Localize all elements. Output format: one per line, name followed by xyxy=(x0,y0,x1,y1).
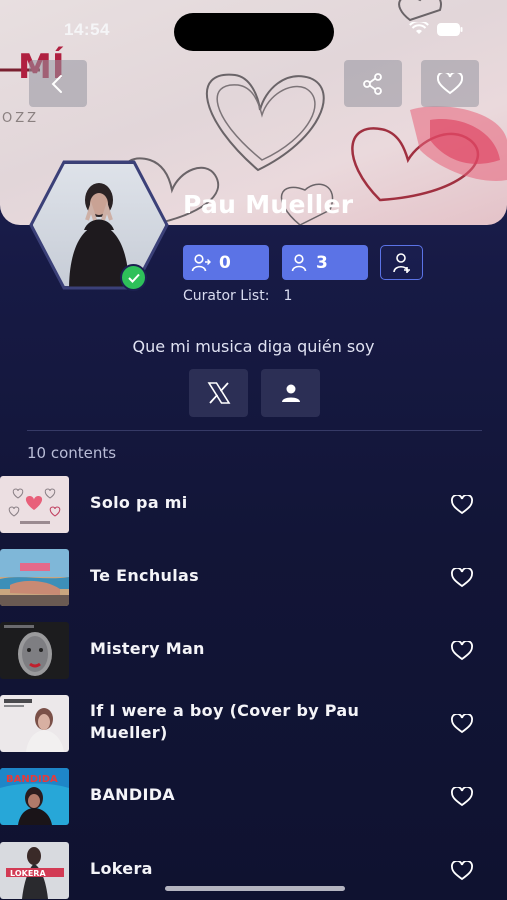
dynamic-island xyxy=(174,13,334,51)
artist-bio: Que mi musica diga quién soy xyxy=(132,337,375,356)
verified-badge xyxy=(120,264,147,291)
track-artwork: LOKERA xyxy=(0,842,69,899)
following-icon xyxy=(191,253,211,271)
person-icon xyxy=(281,384,300,402)
track-artwork xyxy=(0,622,69,679)
track-title: Solo pa mi xyxy=(90,493,188,512)
favorite-button[interactable] xyxy=(421,60,479,107)
followers-icon xyxy=(291,253,307,271)
track-row[interactable]: Te Enchulas xyxy=(0,549,507,607)
track-title: BANDIDA xyxy=(90,785,175,804)
svg-text:LOKERA: LOKERA xyxy=(10,869,46,878)
status-time: 14:54 xyxy=(64,20,110,39)
track-title: Mistery Man xyxy=(90,639,205,658)
home-indicator xyxy=(165,886,345,891)
status-icons xyxy=(409,22,463,36)
track-artwork: BANDIDA xyxy=(0,768,69,825)
curator-count: 1 xyxy=(283,288,293,304)
heart-icon[interactable] xyxy=(451,641,473,661)
x-logo-icon xyxy=(207,382,230,404)
track-row[interactable]: If I were a boy (Cover by Pau Mueller) xyxy=(0,695,507,753)
curator-label: Curator List: xyxy=(183,288,270,304)
track-title: If I were a boy (Cover by Pau Mueller) xyxy=(90,701,360,742)
profile-button[interactable] xyxy=(261,369,320,417)
track-artwork xyxy=(0,695,69,752)
heart-icon[interactable] xyxy=(451,495,473,515)
svg-text:OZZ: OZZ xyxy=(2,111,39,126)
x-social-button[interactable] xyxy=(189,369,248,417)
back-button[interactable] xyxy=(29,60,87,107)
artist-name: Pau Mueller xyxy=(183,190,354,219)
share-icon xyxy=(363,72,382,95)
wifi-icon xyxy=(409,22,429,34)
heart-icon xyxy=(437,72,463,94)
add-user-icon xyxy=(392,252,410,273)
share-button[interactable] xyxy=(344,60,402,107)
track-row[interactable]: BANDIDA BANDIDA xyxy=(0,768,507,826)
track-row[interactable]: Solo pa mi xyxy=(0,476,507,534)
svg-text:BANDIDA: BANDIDA xyxy=(6,774,58,785)
artist-avatar xyxy=(29,160,169,290)
followers-count: 3 xyxy=(316,252,328,273)
chevron-left-icon xyxy=(51,74,62,93)
divider xyxy=(27,430,482,431)
avatar-image xyxy=(29,160,169,290)
heart-icon[interactable] xyxy=(451,568,473,588)
checkmark-icon xyxy=(127,273,140,283)
heart-icon[interactable] xyxy=(451,714,473,734)
battery-icon xyxy=(437,22,463,36)
track-row[interactable]: LOKERA Lokera xyxy=(0,842,507,900)
heart-icon[interactable] xyxy=(451,787,473,807)
contents-count: 10 contents xyxy=(27,444,117,462)
track-artwork xyxy=(0,476,69,533)
followers-stat[interactable]: 3 xyxy=(282,245,368,280)
track-artwork xyxy=(0,549,69,606)
follow-button[interactable] xyxy=(380,245,423,280)
track-title: Lokera xyxy=(90,859,153,878)
following-count: 0 xyxy=(219,252,231,273)
track-row[interactable]: Mistery Man xyxy=(0,622,507,680)
heart-icon[interactable] xyxy=(451,861,473,881)
track-title: Te Enchulas xyxy=(90,566,199,585)
following-stat[interactable]: 0 xyxy=(183,245,269,280)
curator-list[interactable]: Curator List: 1 xyxy=(183,288,292,304)
